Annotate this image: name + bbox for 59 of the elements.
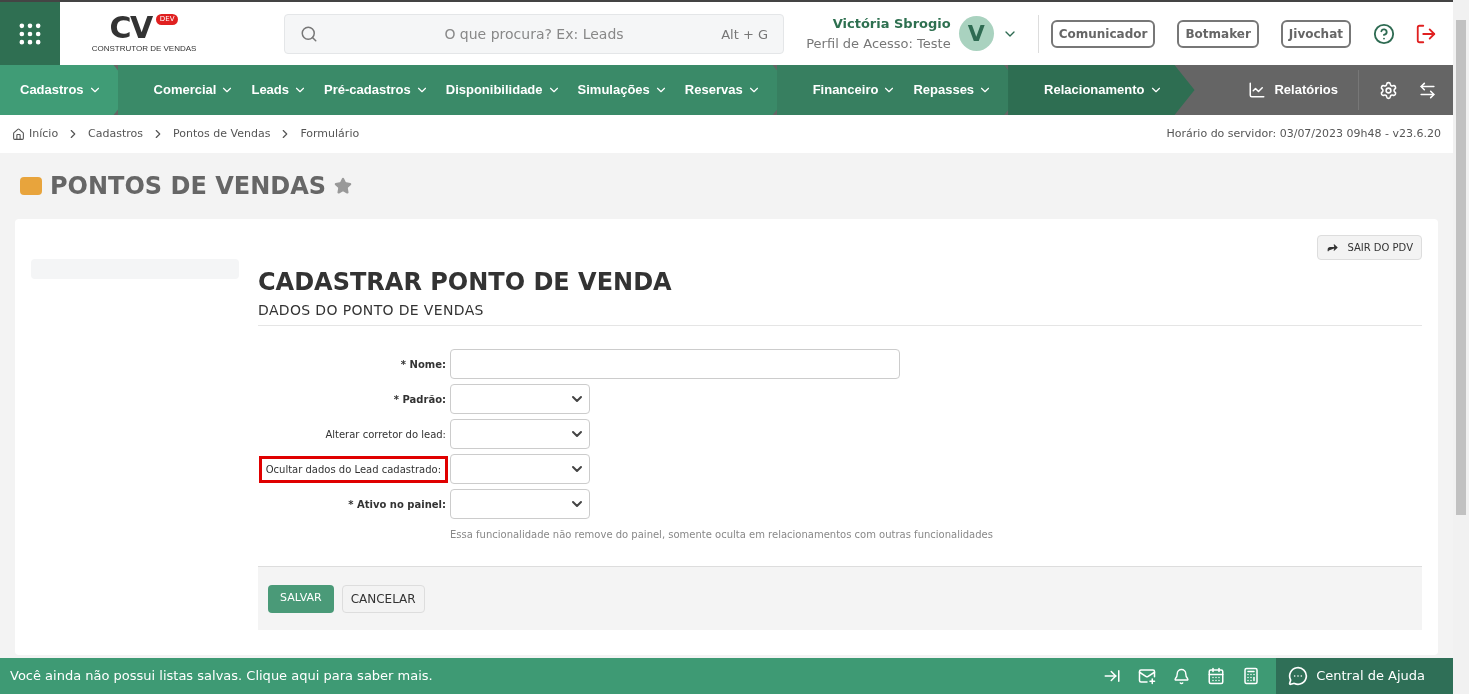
user-profile: Perfil de Acesso: Teste (806, 34, 951, 53)
save-button[interactable]: SALVAR (268, 584, 334, 613)
apps-menu-button[interactable] (0, 2, 60, 65)
home-icon (12, 127, 25, 141)
field-label: * Ativo no painel: (348, 497, 446, 512)
section-title: DADOS DO PONTO DE VENDAS (258, 300, 1422, 326)
server-time: Horário do servidor: 03/07/2023 09h48 - v23.6.20 (1166, 125, 1441, 142)
field-label: * Nome: (400, 357, 446, 372)
chat-icon (1288, 666, 1309, 686)
nav-menu-item[interactable]: Simulações (577, 80, 668, 100)
help-center-button[interactable]: Central de Ajuda (1276, 658, 1453, 694)
nav-menu-item[interactable]: Repasses (913, 80, 993, 100)
nav-menu-item[interactable]: Financeiro (812, 80, 897, 100)
page-title: PONTOS DE VENDAS (50, 171, 326, 202)
bell-icon[interactable] (1173, 667, 1191, 685)
breadcrumb-link[interactable]: Cadastros (88, 125, 144, 143)
breadcrumb-link[interactable]: Formulário (300, 125, 360, 143)
swap-icon[interactable] (1418, 80, 1437, 100)
collapse-icon[interactable] (1103, 667, 1122, 685)
nav-menu-item[interactable]: Pré-cadastros (324, 80, 429, 100)
box-icon (20, 177, 42, 195)
field-label: * Padrão: (393, 392, 446, 407)
header-button[interactable]: Jivochat (1280, 19, 1351, 48)
nav-menu-item[interactable]: Reservas (684, 80, 761, 100)
reports-link[interactable]: Relatórios (1248, 80, 1358, 100)
nav-menu-item[interactable]: Disponibilidade (445, 80, 561, 100)
select-field[interactable] (450, 384, 590, 414)
select-field[interactable] (450, 489, 590, 519)
nav-menu-item[interactable]: Comercial (153, 80, 235, 100)
help-icon[interactable] (1373, 22, 1395, 45)
saved-lists-link[interactable]: Você ainda não possui listas salvas. Clique aqui para saber mais. (10, 666, 433, 686)
help-text: Essa funcionalidade não remove do painel, somente oculta em relacionamentos com outras funcionalidades (450, 528, 993, 542)
header-button[interactable]: Comunicador (1050, 19, 1156, 48)
shortcut-hint: Alt + G (721, 25, 768, 44)
calendar-icon[interactable] (1207, 667, 1226, 685)
nav-menu-item[interactable]: Leads (251, 80, 308, 100)
share-arrow-icon (1326, 241, 1340, 254)
form-title: CADASTRAR PONTO DE VENDA (258, 267, 673, 298)
field-label: Alterar corretor do lead: (325, 427, 446, 442)
search-icon (300, 24, 318, 43)
breadcrumb-link[interactable]: Pontos de Vendas (173, 125, 271, 143)
select-field[interactable] (450, 419, 590, 449)
logout-icon[interactable] (1415, 22, 1437, 45)
nav-menu-item[interactable]: Relacionamento (1044, 80, 1163, 100)
star-icon[interactable] (334, 177, 352, 195)
exit-pdv-button[interactable]: SAIR DO PDV (1317, 235, 1422, 260)
breadcrumb-link[interactable]: Início (29, 125, 59, 143)
user-name: Victória Sbrogio (832, 15, 951, 33)
chart-icon (1248, 81, 1267, 99)
select-field[interactable] (450, 454, 590, 484)
text-input[interactable] (450, 349, 900, 379)
cancel-button[interactable]: CANCELAR (341, 584, 425, 613)
settings-icon[interactable] (1379, 80, 1398, 100)
nav-menu-item[interactable]: Cadastros (20, 80, 102, 100)
header-button[interactable]: Botmaker (1177, 19, 1259, 48)
calculator-icon[interactable] (1242, 667, 1261, 685)
user-avatar[interactable]: V (958, 16, 994, 51)
mail-icon[interactable] (1138, 667, 1157, 685)
field-label: Ocultar dados do Lead cadastrado: (258, 455, 448, 483)
